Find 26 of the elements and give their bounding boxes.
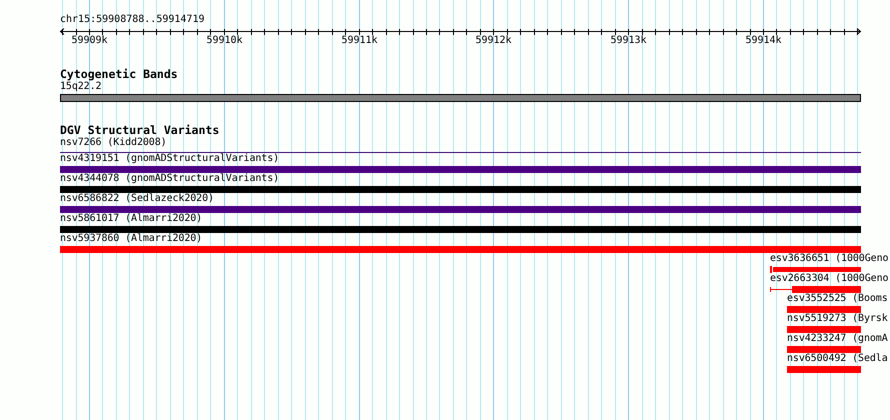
feature-bar[interactable]	[770, 266, 861, 273]
ruler-label: 59911k	[341, 35, 378, 47]
ruler-label: 59909k	[71, 35, 108, 47]
feature-bar[interactable]	[770, 286, 861, 293]
feature-label: nsv4233247 (gnomA	[787, 333, 888, 345]
ruler-label: 59914k	[745, 35, 782, 47]
feature-label: esv3552525 (Booms	[787, 293, 888, 305]
feature-label: nsv4319151 (gnomADStructuralVariants)	[60, 153, 280, 165]
feature-line[interactable]	[60, 152, 861, 153]
feature-label: esv3636651 (1000Geno	[770, 253, 888, 265]
feature-label: nsv5519273 (Byrsk	[787, 313, 888, 325]
feature-label: nsv7266 (Kidd2008)	[60, 137, 167, 149]
feature-label: esv2663304 (1000Geno	[770, 273, 888, 285]
track-title: DGV Structural Variants	[60, 124, 220, 136]
band-label: 15q22.2	[60, 81, 102, 93]
ruler-label: 59910k	[206, 35, 243, 47]
cytoband-bar[interactable]	[60, 94, 861, 102]
feature-label: nsv5861017 (Almarri2020)	[60, 213, 202, 225]
feature-label: nsv4344078 (gnomADStructuralVariants)	[60, 173, 280, 185]
track-title: Cytogenetic Bands	[60, 68, 178, 80]
feature-label: nsv6586822 (Sedlazeck2020)	[60, 193, 214, 205]
ruler-label: 59912k	[475, 35, 512, 47]
feature-label: nsv5937860 (Almarri2020)	[60, 233, 202, 245]
ruler-label: 59913k	[610, 35, 647, 47]
location-label: chr15:59908788..59914719	[60, 14, 204, 26]
feature-label: nsv6500492 (Sedla	[787, 353, 888, 365]
